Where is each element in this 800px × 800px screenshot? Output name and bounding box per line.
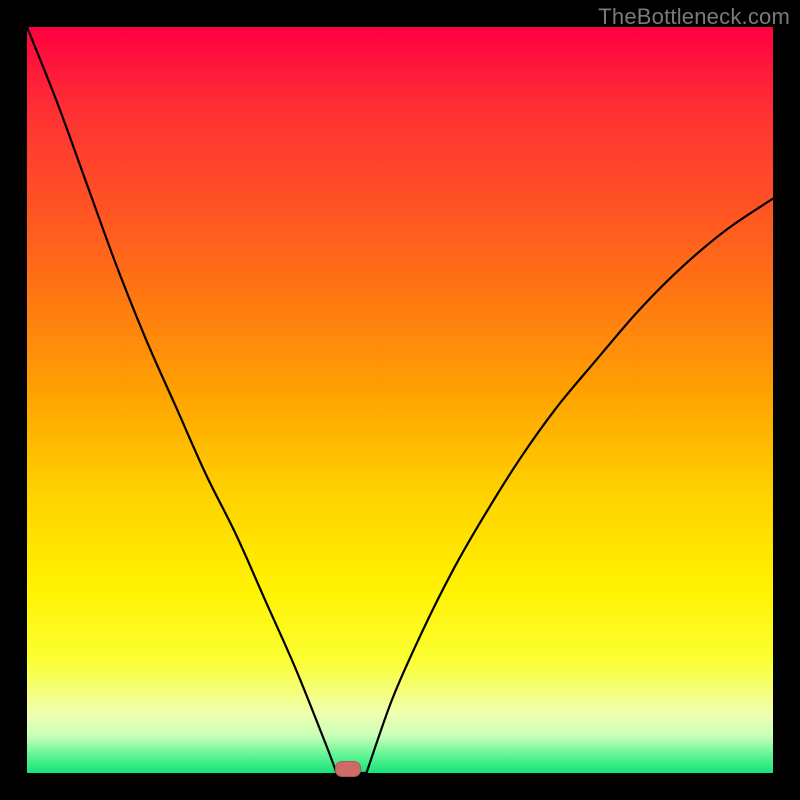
chart-frame: TheBottleneck.com — [0, 0, 800, 800]
bottleneck-curve — [27, 27, 773, 773]
watermark-text: TheBottleneck.com — [598, 4, 790, 30]
bottleneck-marker — [335, 761, 361, 777]
